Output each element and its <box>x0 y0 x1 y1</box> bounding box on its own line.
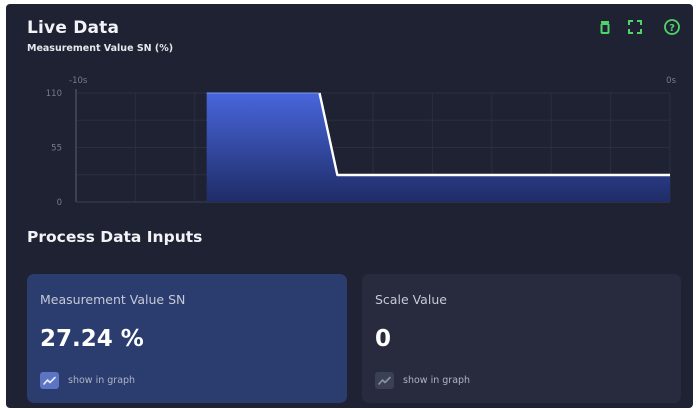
trend-chart-icon[interactable] <box>40 372 59 389</box>
y-tick-label: 55 <box>51 144 62 154</box>
measurement-value-card[interactable]: Measurement Value SN 27.24 % show in gra… <box>27 274 347 403</box>
chart-subtitle: Measurement Value SN (%) <box>27 43 174 54</box>
x-tick-label: 0s <box>666 76 676 86</box>
process-data-inputs-title: Process Data Inputs <box>27 228 203 246</box>
card-label: Measurement Value SN <box>40 292 186 307</box>
show-in-graph-label: show in graph <box>68 375 136 386</box>
y-tick-label: 0 <box>57 198 62 208</box>
card-value: 27.24 % <box>40 326 144 352</box>
live-data-chart: 0 55 110 -10s 0s <box>46 76 677 208</box>
trend-chart-icon[interactable] <box>375 372 394 389</box>
card-value: 0 <box>375 326 392 352</box>
help-icon[interactable]: ? <box>662 17 682 37</box>
show-in-graph-label: show in graph <box>403 375 471 386</box>
svg-text:?: ? <box>669 23 675 34</box>
show-in-graph-toggle[interactable]: show in graph <box>40 372 135 389</box>
x-tick-label: -10s <box>69 76 88 86</box>
live-data-panel: Live Data Measurement Value SN (%) ? 0 5… <box>6 4 693 408</box>
fullscreen-icon[interactable] <box>625 17 645 37</box>
trash-icon[interactable] <box>595 17 615 37</box>
show-in-graph-toggle[interactable]: show in graph <box>375 372 470 389</box>
panel-title: Live Data <box>27 18 120 38</box>
scale-value-card[interactable]: Scale Value 0 show in graph <box>362 274 681 403</box>
card-label: Scale Value <box>375 292 447 307</box>
y-tick-label: 110 <box>46 89 62 99</box>
series-line <box>318 92 670 177</box>
